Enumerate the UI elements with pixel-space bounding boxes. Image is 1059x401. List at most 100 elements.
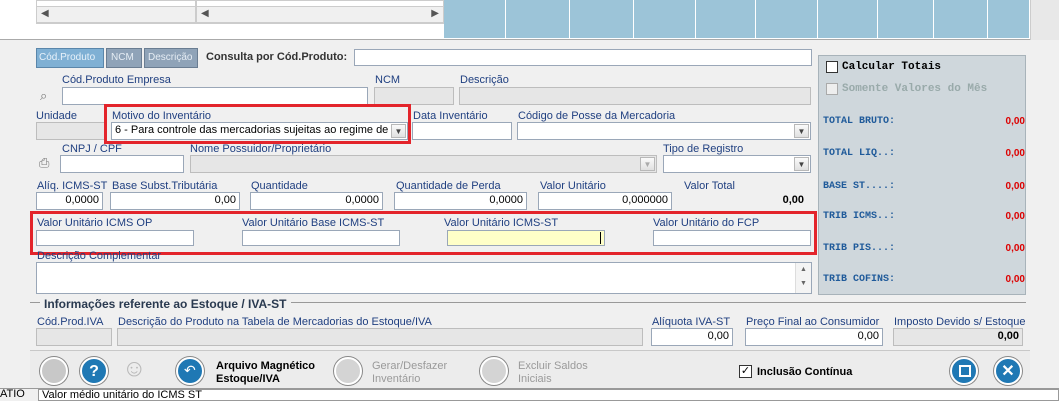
excluir-saldos-button	[480, 357, 508, 385]
calcular-totais-checkbox[interactable]	[826, 61, 838, 73]
codigo-posse-select[interactable]: ▼	[517, 122, 811, 140]
search-label: Consulta por Cód.Produto:	[206, 51, 348, 63]
inclusao-continua-checkbox[interactable]: ✓	[739, 365, 752, 378]
arquivo-magnetico-label[interactable]: Arquivo Magnético Estoque/IVA	[216, 360, 315, 386]
gerar-inventario-label: Gerar/Desfazer Inventário	[372, 360, 448, 385]
chevron-down-icon[interactable]: ▼	[794, 157, 809, 171]
excluir-saldos-label: Excluir Saldos Iniciais	[518, 360, 588, 385]
descricao-tabela-label: Descrição do Produto na Tabela de Mercad…	[118, 316, 432, 328]
chevron-down-icon: ▼	[640, 157, 655, 171]
quantidade-perda-label: Quantidade de Perda	[396, 180, 501, 192]
total-bruto-label: TOTAL BRUTO:	[823, 116, 896, 127]
save-icon	[959, 365, 971, 377]
scroll-left-icon[interactable]: ◀	[41, 8, 49, 19]
cod-produto-empresa-label: Cód.Produto Empresa	[62, 74, 171, 86]
descricao-tabela-input	[117, 328, 643, 346]
cnpj-cpf-label: CNPJ / CPF	[62, 143, 122, 155]
total-bruto-value: 0,00	[1005, 116, 1025, 127]
ncm-label: NCM	[375, 74, 401, 86]
horizontal-scrollbar[interactable]: ◀	[36, 6, 196, 23]
descricao-input	[459, 87, 811, 105]
total-liq-value: 0,00	[1005, 148, 1025, 159]
imposto-devido-input: 0,00	[893, 328, 1023, 346]
tab-ncm[interactable]: NCM	[106, 48, 142, 68]
grid-area: ◀ ◀ ▶	[0, 0, 1030, 40]
descricao-label: Descrição	[460, 74, 509, 86]
base-subst-label: Base Subst.Tributária	[112, 180, 218, 192]
valor-unitario-input[interactable]: 0,000000	[538, 192, 672, 210]
descricao-complementar-textarea[interactable]	[36, 262, 812, 294]
quantidade-perda-input[interactable]: 0,0000	[394, 192, 527, 210]
cnpj-cpf-input[interactable]	[60, 155, 184, 173]
arquivo-magnetico-button[interactable]: ↶	[176, 357, 204, 385]
valor-total-value: 0,00	[782, 194, 804, 206]
vu-icms-op-input[interactable]	[36, 230, 194, 246]
calcular-totais-label: Calcular Totais	[842, 61, 942, 73]
base-st-label: BASE ST....:	[823, 181, 896, 192]
descricao-complementar-label: Descrição Complementar	[37, 250, 162, 262]
valor-unitario-label: Valor Unitário	[540, 180, 606, 192]
scroll-left-icon[interactable]: ◀	[201, 8, 209, 19]
trib-pis-label: TRIB PIS...:	[823, 243, 896, 254]
vu-icms-op-label: Valor Unitário ICMS OP	[37, 217, 153, 229]
horizontal-scrollbar-2[interactable]: ◀ ▶	[196, 6, 444, 23]
vertical-scrollbar[interactable]	[1030, 0, 1059, 40]
trib-icms-value: 0,00	[1005, 211, 1025, 222]
trib-cofins-value: 0,00	[1005, 274, 1025, 285]
vu-icms-st-label: Valor Unitário ICMS-ST	[444, 217, 559, 229]
textarea-scrollbar[interactable]: ▲ ▼	[795, 263, 811, 293]
cod-prod-iva-input	[36, 328, 112, 346]
aliq-icms-st-input[interactable]: 0,0000	[36, 192, 103, 210]
quantidade-input[interactable]: 0,0000	[250, 192, 383, 210]
preco-final-input[interactable]: 0,00	[745, 328, 883, 346]
trib-pis-value: 0,00	[1005, 243, 1025, 254]
estoque-section-title: Informações referente ao Estoque / IVA-S…	[40, 297, 291, 311]
unidade-input	[36, 122, 106, 140]
help-icon: ?	[89, 363, 99, 380]
aliq-icms-st-label: Alíq. ICMS-ST	[37, 180, 108, 192]
users-icon: ☺	[122, 355, 147, 382]
tab-descricao[interactable]: Descrição	[144, 48, 198, 68]
tipo-registro-label: Tipo de Registro	[663, 143, 744, 155]
trib-cofins-label: TRIB COFINS:	[823, 274, 896, 285]
help-button[interactable]: ?	[80, 357, 108, 385]
disabled-circle-button	[40, 357, 68, 385]
search-icon[interactable]: ⌕	[40, 88, 47, 104]
vu-fcp-label: Valor Unitário do FCP	[653, 217, 760, 229]
nome-possuidor-label: Nome Possuidor/Proprietário	[190, 143, 332, 155]
status-left: ATIO	[0, 388, 25, 400]
close-button[interactable]: ✕	[994, 357, 1022, 385]
status-message: Valor médio unitário do ICMS ST	[42, 389, 202, 401]
tipo-registro-select[interactable]: ▼	[663, 155, 811, 173]
cod-prod-iva-label: Cód.Prod.IVA	[37, 316, 104, 328]
tab-cod-produto[interactable]: Cód.Produto	[36, 48, 104, 68]
total-liq-label: TOTAL LIQ..:	[823, 148, 896, 159]
text-cursor	[600, 232, 601, 244]
save-button[interactable]	[950, 357, 978, 385]
vu-fcp-input[interactable]	[653, 230, 811, 246]
somente-valores-label: Somente Valores do Mês	[842, 83, 988, 95]
printer-icon[interactable]: ⎙	[39, 155, 49, 171]
unidade-label: Unidade	[36, 110, 77, 122]
scroll-right-icon[interactable]: ▶	[431, 8, 439, 19]
preco-final-label: Preço Final ao Consumidor	[746, 316, 880, 328]
base-subst-input[interactable]: 0,00	[110, 192, 240, 210]
arrow-icon: ↶	[184, 362, 196, 378]
vu-base-icms-st-label: Valor Unitário Base ICMS-ST	[242, 217, 385, 229]
valor-total-label: Valor Total	[684, 180, 735, 192]
aliquota-iva-st-label: Alíquota IVA-ST	[652, 316, 731, 328]
vu-icms-st-input[interactable]	[447, 230, 605, 246]
search-input[interactable]	[354, 49, 812, 66]
data-inventario-input[interactable]	[412, 122, 512, 140]
close-icon: ✕	[1001, 363, 1015, 380]
cod-produto-empresa-input[interactable]	[62, 87, 368, 105]
trib-icms-label: TRIB ICMS..:	[823, 211, 896, 222]
gerar-inventario-button	[334, 357, 362, 385]
inclusao-continua-label: Inclusão Contínua	[757, 366, 853, 378]
highlight-box-motivo	[104, 104, 411, 144]
chevron-down-icon[interactable]: ▼	[794, 124, 809, 138]
nome-possuidor-input: ▼	[190, 155, 657, 173]
somente-valores-checkbox	[826, 83, 838, 95]
vu-base-icms-st-input[interactable]	[242, 230, 400, 246]
aliquota-iva-st-input[interactable]: 0,00	[651, 328, 733, 346]
